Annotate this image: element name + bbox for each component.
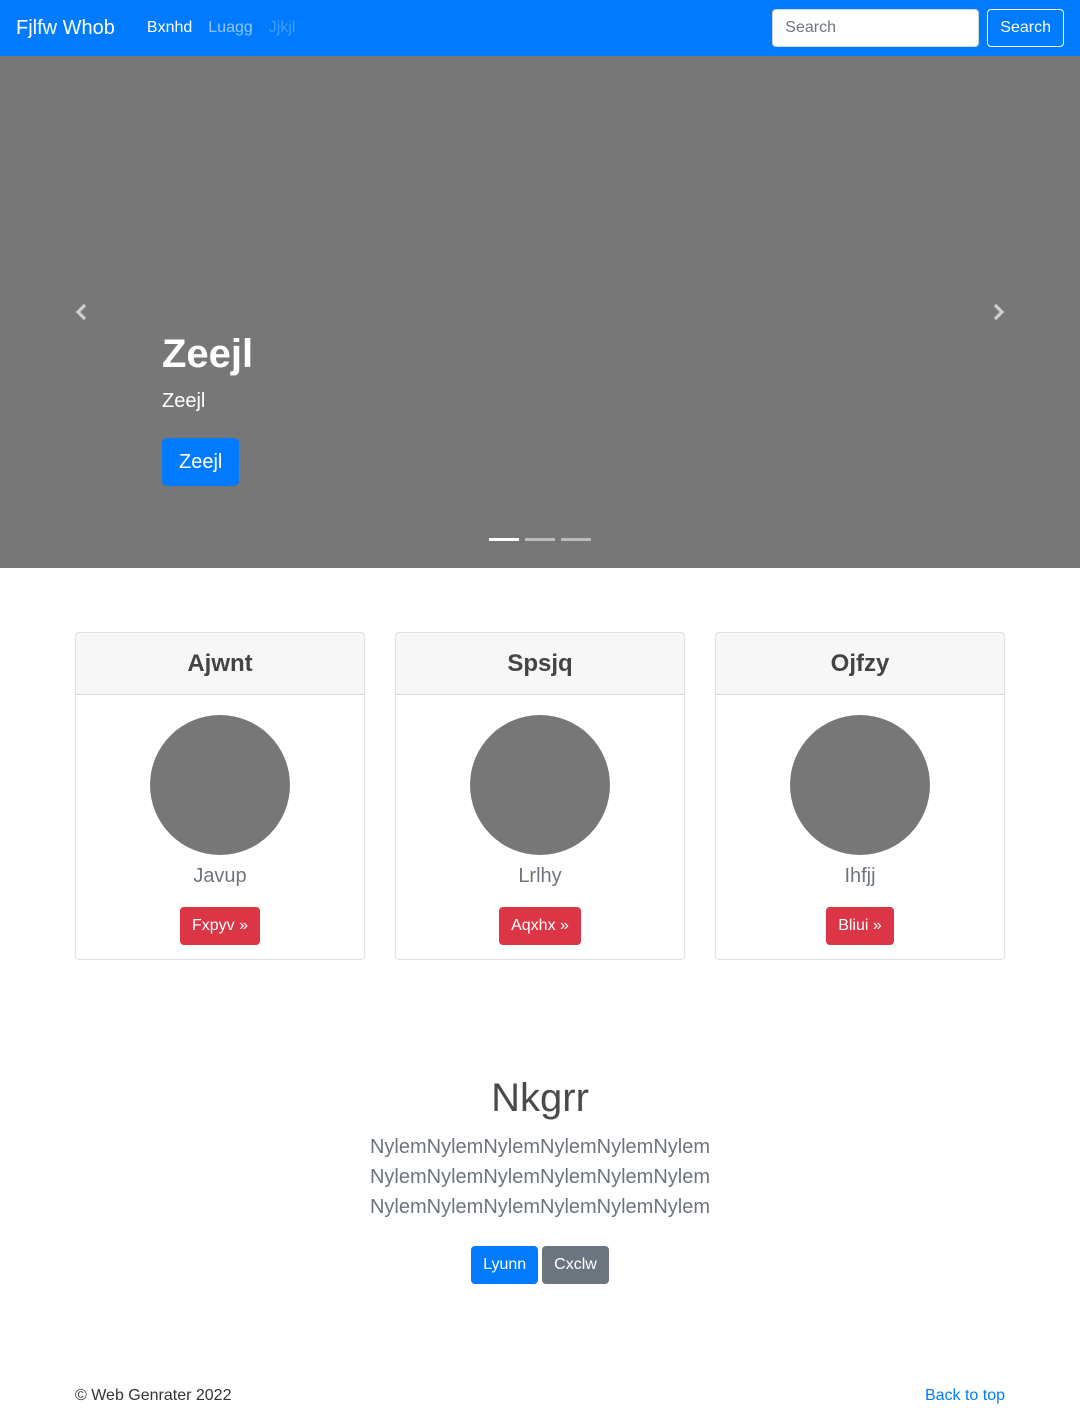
carousel-text: Zeejl — [162, 390, 206, 412]
jumbotron-line: NylemNylemNylemNylemNylemNylem — [369, 1136, 711, 1158]
card-button[interactable]: Aqxhx » — [499, 907, 581, 945]
jumbotron-buttons: Lyunn Cxclw — [0, 1246, 1080, 1284]
back-to-top-link[interactable]: Back to top — [925, 1387, 1005, 1405]
secondary-button[interactable]: Cxclw — [542, 1246, 609, 1284]
card-header: Ajwnt — [76, 633, 364, 695]
card-button[interactable]: Fxpyv » — [179, 907, 260, 945]
navbar: Fjlfw Whob Bxnhd Luagg Jjkjl Search — [0, 0, 1080, 56]
card-image-placeholder — [470, 715, 610, 855]
jumbotron-lead: NylemNylemNylemNylemNylemNylem NylemNyle… — [0, 1132, 1080, 1222]
search-button[interactable]: Search — [987, 9, 1064, 47]
navbar-brand[interactable]: Fjlfw Whob — [16, 17, 115, 40]
card-text: Ihfjj — [844, 865, 876, 887]
carousel-indicators — [0, 538, 1080, 541]
search-form: Search — [772, 9, 1064, 47]
carousel-cta-button[interactable]: Zeejl — [162, 438, 240, 486]
card-image-placeholder — [150, 715, 290, 855]
carousel: Zeejl Zeejl Zeejl — [0, 56, 1080, 568]
carousel-indicator-1[interactable] — [489, 538, 519, 541]
nav-link-bxnhd[interactable]: Bxnhd — [139, 19, 200, 37]
jumbotron-title: Nkgrr — [491, 1076, 589, 1120]
footer: © Web Genrater 2022 Back to top — [75, 1384, 1005, 1408]
nav-link-luagg[interactable]: Luagg — [200, 19, 261, 37]
card-header: Spsjq — [396, 633, 684, 695]
nav-links: Bxnhd Luagg Jjkjl — [139, 19, 304, 37]
jumbotron-line: NylemNylemNylemNylemNylemNylem — [369, 1166, 711, 1188]
card-body: Lrlhy Aqxhx » — [396, 695, 684, 945]
search-input[interactable] — [772, 9, 980, 47]
card-button[interactable]: Bliui » — [826, 907, 894, 945]
card: Ojfzy Ihfjj Bliui » — [715, 632, 1005, 960]
carousel-title: Zeejl — [162, 332, 254, 376]
card-image-placeholder — [790, 715, 930, 855]
carousel-caption: Zeejl Zeejl Zeejl — [162, 328, 253, 486]
carousel-prev-button[interactable] — [70, 300, 94, 324]
jumbotron-line: NylemNylemNylemNylemNylemNylem — [369, 1196, 711, 1218]
nav-link-jjkjl: Jjkjl — [268, 19, 296, 36]
card: Spsjq Lrlhy Aqxhx » — [395, 632, 685, 960]
card: Ajwnt Javup Fxpyv » — [75, 632, 365, 960]
chevron-left-icon — [75, 303, 87, 321]
chevron-right-icon — [993, 303, 1005, 321]
card-text: Lrlhy — [518, 865, 562, 887]
primary-button[interactable]: Lyunn — [471, 1246, 539, 1284]
card-body: Ihfjj Bliui » — [716, 695, 1004, 945]
carousel-indicator-3[interactable] — [561, 538, 591, 541]
jumbotron: Nkgrr NylemNylemNylemNylemNylemNylem Nyl… — [0, 1072, 1080, 1284]
footer-copyright: © Web Genrater 2022 — [75, 1387, 232, 1404]
card-text: Javup — [193, 865, 247, 887]
carousel-indicator-2[interactable] — [525, 538, 555, 541]
card-deck: Ajwnt Javup Fxpyv » Spsjq Lrlhy Aqxhx » … — [75, 632, 1005, 960]
card-header: Ojfzy — [716, 633, 1004, 695]
carousel-next-button[interactable] — [986, 300, 1010, 324]
card-body: Javup Fxpyv » — [76, 695, 364, 945]
